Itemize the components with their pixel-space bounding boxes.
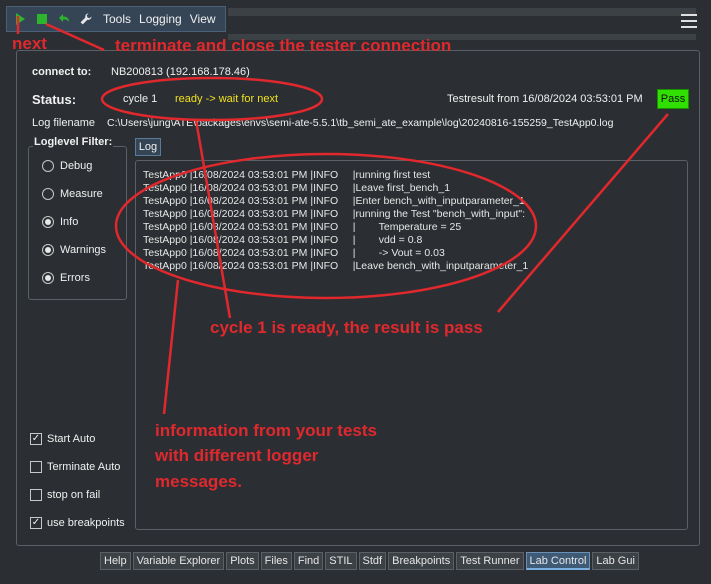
- annotation-info-line2: with different logger: [155, 446, 319, 465]
- annotation-status-pointer: [194, 119, 232, 319]
- annotation-log-ellipse: [114, 152, 538, 300]
- annotation-info-line3: messages.: [155, 472, 242, 491]
- annotation-next: next: [12, 34, 47, 53]
- annotation-terminate-line: [45, 22, 105, 52]
- annotation-cycle-ready: cycle 1 is ready, the result is pass: [210, 318, 483, 337]
- annotation-status-ellipse: [100, 76, 324, 122]
- annotation-log-pointer: [162, 279, 180, 415]
- annotation-overlay: [16, 16, 669, 415]
- annotation-terminate: terminate and close the tester connectio…: [115, 36, 452, 55]
- annotation-pass-pointer: [497, 113, 669, 313]
- annotation-info-line1: information from your tests: [155, 421, 377, 440]
